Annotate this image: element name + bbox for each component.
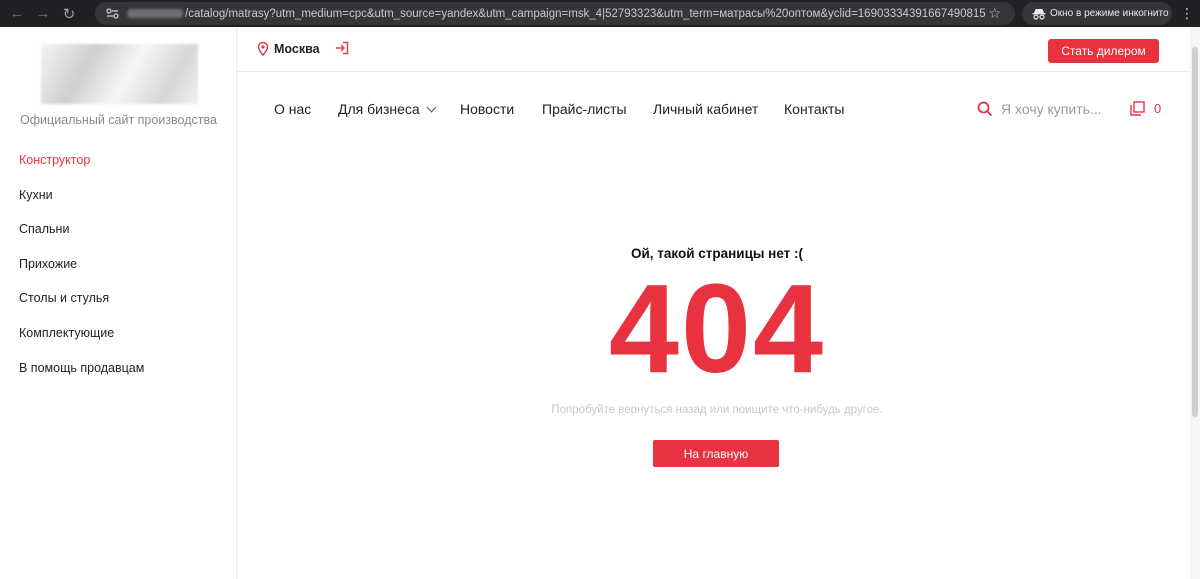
search-field[interactable]: Я хочу купить... [977, 101, 1102, 117]
sidebar-item-spalni[interactable]: Спальни [19, 221, 144, 256]
back-icon[interactable]: ← [4, 0, 30, 27]
site-settings-icon[interactable] [101, 2, 123, 25]
top-bar: Москва Стать дилером [237, 27, 1200, 72]
login-icon[interactable] [335, 41, 349, 55]
city-name: Москва [274, 42, 320, 56]
blurred-domain [127, 9, 183, 18]
cart-button[interactable]: 0 [1130, 101, 1161, 116]
nav-item-prays-listy[interactable]: Прайс-листы [542, 101, 627, 117]
nav-item-kontakty[interactable]: Контакты [784, 101, 844, 117]
sidebar-item-kuhni[interactable]: Кухни [19, 187, 144, 222]
sidebar-item-prihozhie[interactable]: Прихожие [19, 256, 144, 291]
incognito-icon [1028, 8, 1050, 20]
sidebar-item-v-pomoshch-prodavtsam[interactable]: В помощь продавцам [19, 360, 144, 395]
nav-item-o-nas[interactable]: О нас [274, 101, 311, 117]
chevron-down-icon [426, 102, 437, 113]
search-placeholder: Я хочу купить... [1001, 101, 1102, 117]
become-dealer-button[interactable]: Стать дилером [1048, 39, 1159, 63]
logo[interactable] [41, 44, 198, 104]
search-icon [977, 101, 993, 117]
location-pin-icon [257, 42, 269, 56]
url-text: /catalog/matrasy?utm_medium=cpc&utm_sour… [185, 7, 986, 20]
error-code: 404 [608, 258, 826, 399]
city-selector[interactable]: Москва [257, 42, 320, 56]
nav-item-novosti[interactable]: Новости [460, 101, 514, 117]
site-tagline: Официальный сайт производства [20, 113, 217, 127]
bookmark-star-icon[interactable]: ☆ [988, 5, 1001, 22]
sidebar-item-komplektuyushchie[interactable]: Комплектующие [19, 325, 144, 360]
nav-item-dlya-biznesa[interactable]: Для бизнеса [338, 101, 437, 117]
main-nav: О нас Для бизнеса Новости Прайс-листы Ли… [237, 72, 1200, 147]
browser-menu-icon[interactable]: ⋮ [1180, 4, 1194, 22]
error-hint: Попробуйте вернуться назад или поищите ч… [551, 404, 883, 416]
reload-icon[interactable]: ↻ [56, 0, 82, 27]
sidebar: Официальный сайт производства Конструкто… [0, 27, 237, 579]
forward-icon[interactable]: → [30, 0, 56, 27]
sidebar-menu: Конструктор Кухни Спальни Прихожие Столы… [19, 152, 144, 394]
go-home-button[interactable]: На главную [653, 440, 779, 467]
incognito-label: Окно в режиме инкогнито [1050, 8, 1169, 19]
nav-item-lichnyy-kabinet[interactable]: Личный кабинет [653, 101, 758, 117]
browser-toolbar: ← → ↻ /catalog/matrasy?utm_medium=cpc&ut… [0, 0, 1200, 27]
sidebar-item-stoly-i-stulya[interactable]: Столы и стулья [19, 290, 144, 325]
copy-cart-icon [1130, 101, 1145, 116]
nav-item-dlya-biznesa-label: Для бизнеса [338, 101, 420, 117]
address-bar[interactable]: /catalog/matrasy?utm_medium=cpc&utm_sour… [95, 2, 1015, 25]
sidebar-item-konstruktor[interactable]: Конструктор [19, 152, 144, 187]
incognito-badge[interactable]: Окно в режиме инкогнито [1022, 2, 1172, 25]
cart-count: 0 [1154, 101, 1162, 116]
